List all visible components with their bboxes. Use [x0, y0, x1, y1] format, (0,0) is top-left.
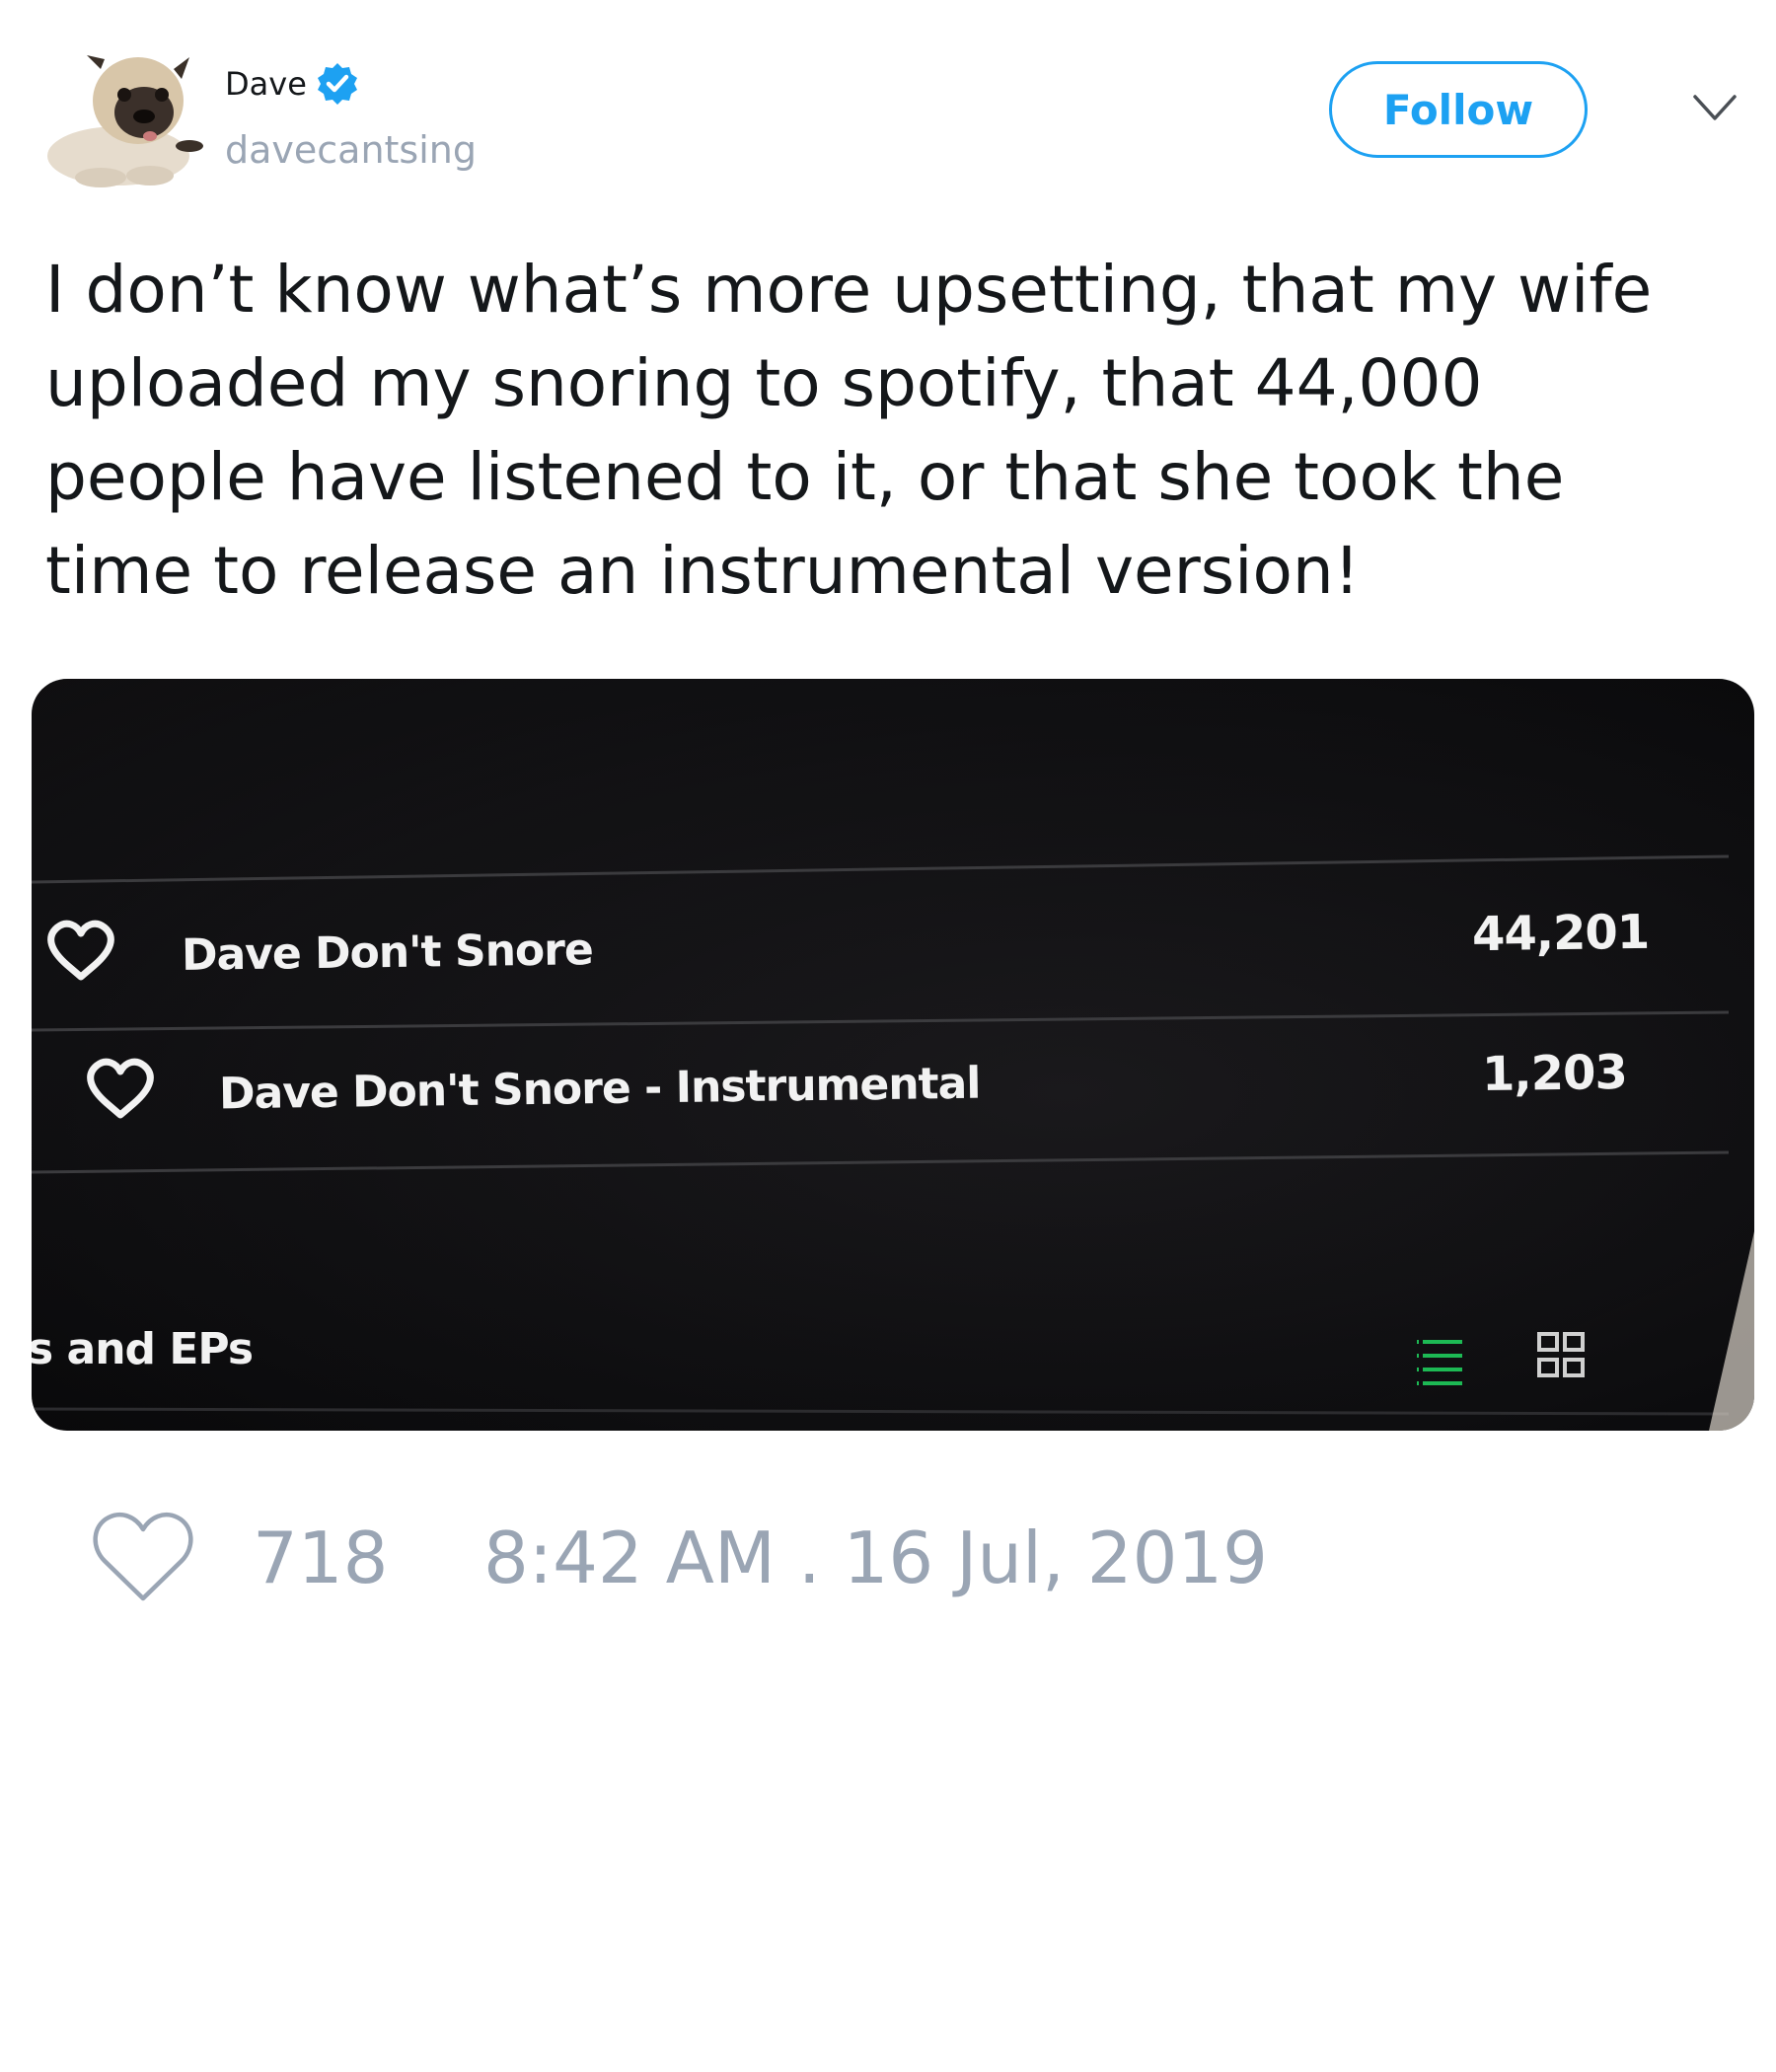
pug-avatar-icon [41, 30, 211, 195]
section-label: s and EPs [32, 1324, 254, 1374]
follow-button[interactable]: Follow [1329, 61, 1588, 158]
chevron-down-icon[interactable] [1691, 91, 1739, 124]
avatar[interactable] [41, 30, 211, 195]
tweet-timestamp[interactable]: 8:42 AM . 16 Jul, 2019 [483, 1516, 1268, 1600]
tweet-text: I don’t know what’s more upsetting, that… [45, 252, 1653, 609]
track-title: Dave Don't Snore - Instrumental [218, 1058, 981, 1120]
like-count: 718 [253, 1517, 389, 1599]
like-heart-icon[interactable] [91, 1510, 195, 1604]
verified-badge-icon [315, 61, 360, 107]
author-handle[interactable]: davecantsing [225, 126, 477, 174]
track-plays: 44,201 [1471, 904, 1650, 963]
track-plays: 1,203 [1481, 1044, 1628, 1103]
display-name[interactable]: Dave [225, 62, 307, 106]
author-name-row[interactable]: Dave [225, 61, 360, 107]
track-title: Dave Don't Snore [181, 925, 594, 981]
tweet-media-image[interactable]: Dave Don't Snore 44,201 Dave Don't Snore… [32, 679, 1754, 1431]
